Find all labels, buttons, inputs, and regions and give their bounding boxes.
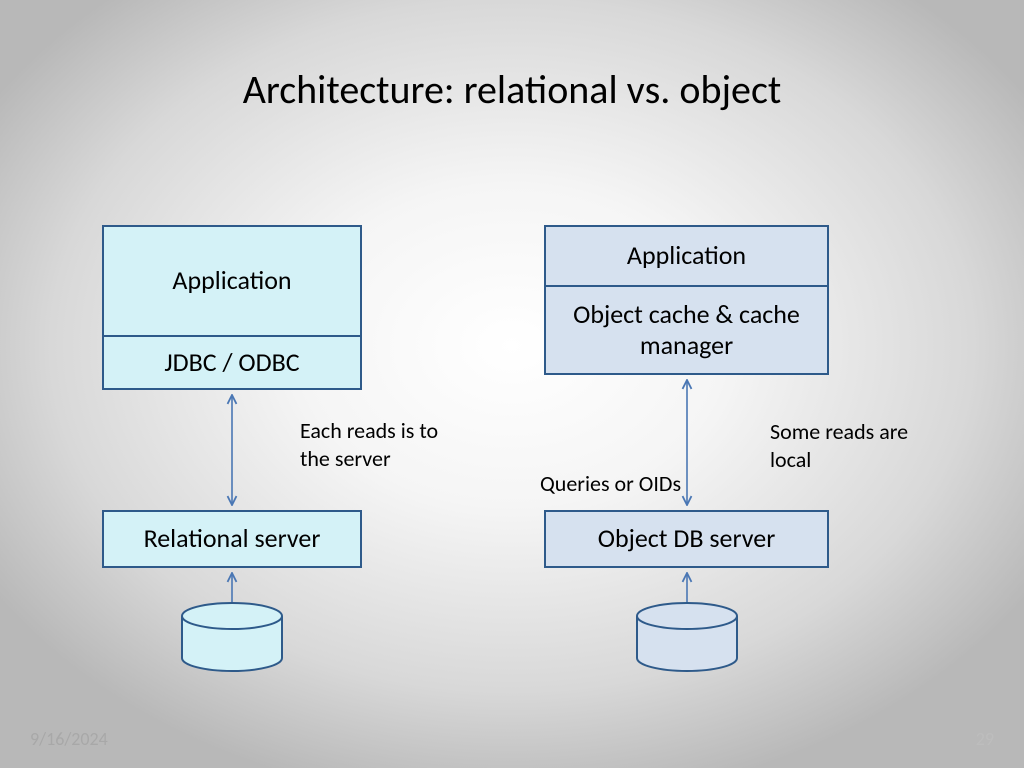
slide-title: Architecture: relational vs. object [0,65,1024,114]
left-database-icon [182,603,282,671]
left-server-box: Relational server [102,510,362,568]
right-annotation-queries: Queries or OIDs [540,470,720,498]
left-driver-box: JDBC / ODBC [102,335,362,390]
right-application-box: Application [544,225,829,285]
footer-date: 9/16/2024 [30,728,108,750]
right-cache-box: Object cache & cache manager [544,285,829,375]
right-server-box: Object DB server [544,510,829,568]
slide: Architecture: relational vs. object Appl… [0,0,1024,768]
footer-page-number: 29 [976,728,994,750]
left-application-box: Application [102,225,362,335]
left-annotation: Each reads is to the server [300,417,460,472]
right-annotation-local: Some reads are local [770,418,910,473]
right-database-icon [637,603,737,671]
